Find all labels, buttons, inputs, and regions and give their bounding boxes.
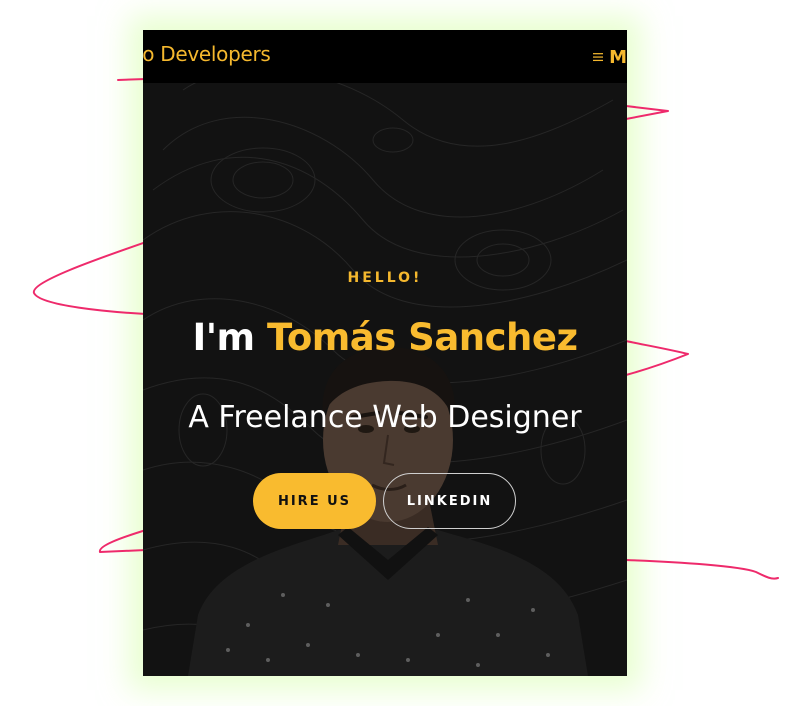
hero-title: I'm Tomás Sanchez [143,316,627,359]
hire-us-button[interactable]: HIRE US [253,473,376,529]
hero-title-prefix: I'm [192,316,255,359]
mobile-viewport: lo Developers M HELLO! I'm Tomás Sanchez… [143,30,627,676]
hero-subtitle: A Freelance Web Designer [188,400,582,435]
scribble-low-right [625,559,779,580]
scribble-low-left [99,529,147,553]
hero-title-name: Tomás Sanchez [267,316,578,359]
scribble-top-left [117,78,147,81]
hero-section: HELLO! I'm Tomás Sanchez A Freelance Web… [143,30,627,676]
scribble-mid-right [625,340,689,376]
scribble-top-right [625,105,669,120]
hero-greeting: HELLO! [347,270,423,286]
scribble-mid-left [33,241,147,315]
linkedin-button[interactable]: LINKEDIN [383,473,516,529]
